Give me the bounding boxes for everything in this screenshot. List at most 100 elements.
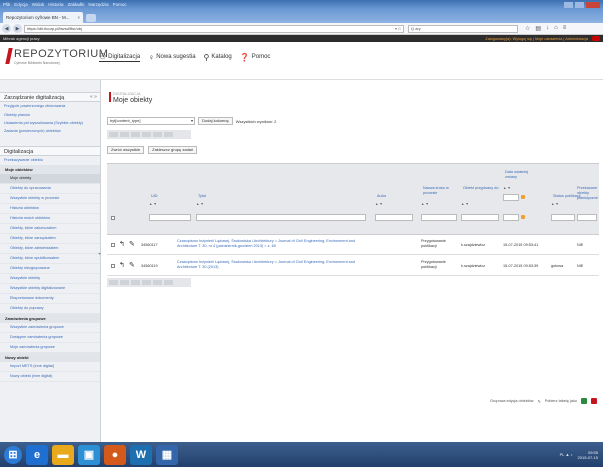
sidebar-item[interactable]: Eksportowane dokumenty [0, 294, 100, 304]
sidebar-item[interactable]: Moje zamówienia grupowe [0, 343, 100, 353]
nav-digitalizacja[interactable]: ⚇ Digitalizacja [99, 52, 141, 62]
filter-transferred-input[interactable] [577, 214, 597, 221]
logout-icon[interactable] [592, 36, 600, 41]
filter-date-from-input[interactable] [503, 194, 519, 201]
menu-history[interactable]: Historia [48, 2, 63, 7]
breadcrumb[interactable]: DIGITALIZACJA [113, 92, 141, 96]
sidebar-item[interactable]: Wszystkie obiekty [0, 274, 100, 284]
sidebar-group-my-objects[interactable]: Moje obiektów [0, 165, 100, 174]
logo-title[interactable]: REPOZYTORIUM [14, 48, 108, 60]
collapse-icon[interactable]: « » [90, 94, 97, 100]
menu-view[interactable]: Widok [32, 2, 45, 7]
menu-file[interactable]: Plik [3, 2, 10, 7]
clock[interactable]: 09:55 2015-07-15 [578, 450, 598, 460]
filter-date-to-input[interactable] [503, 214, 519, 221]
pager-first-button[interactable] [109, 132, 118, 137]
nav-nowa-sugestia[interactable]: ♀ Nowa sugestia [148, 53, 195, 62]
pager-prev-button[interactable] [120, 132, 129, 137]
sort-author[interactable]: ▲ ▼ [375, 202, 383, 206]
sidebar-item-my-objects[interactable]: Moje obiekty [0, 174, 100, 184]
firefox-icon[interactable]: ● [104, 444, 126, 465]
reload-icon[interactable]: ▾ C [395, 26, 401, 32]
calendar-icon[interactable] [521, 195, 525, 199]
group-edit-link[interactable]: Grupowa edycja obiektów [490, 399, 533, 403]
menu-bookmarks[interactable]: Zakładki [68, 2, 85, 7]
url-bar[interactable]: https://dlr.itcorp.pl/bwsd/ftsr/obj ▾ C [24, 25, 404, 33]
filter-title-input[interactable] [196, 214, 366, 221]
tab-close-icon[interactable]: × [77, 15, 80, 20]
row-title[interactable]: Czasopismo Inżynierii Lądowej, Środowisk… [177, 260, 367, 270]
menu-tools[interactable]: Narzędzia [88, 2, 108, 7]
sidebar-link[interactable]: Zadania (powierzonych) obiektów [0, 127, 100, 136]
row-checkbox[interactable] [111, 243, 115, 247]
close-window-button[interactable] [586, 1, 600, 8]
pencil-icon[interactable]: ✎ [538, 399, 541, 404]
sidebar-item[interactable]: Obiekty do opracowania [0, 184, 100, 194]
filter-assigned-input[interactable] [461, 214, 499, 221]
sidebar-section-digitalization[interactable]: Digitalizacja [0, 146, 100, 156]
reply-icon[interactable]: ↰ [119, 240, 125, 248]
pdf-icon[interactable] [591, 398, 597, 404]
folder-icon[interactable]: ▬ [52, 444, 74, 465]
sort-title[interactable]: ▲ ▼ [196, 202, 204, 206]
sort-uid[interactable]: ▲ ▼ [149, 202, 157, 206]
forward-icon[interactable]: ▶ [13, 24, 22, 33]
filter-uid-input[interactable] [149, 214, 191, 221]
sidebar-item[interactable]: Wszystkie zamówienia grupowe [0, 323, 100, 333]
app-icon[interactable]: ▣ [78, 444, 100, 465]
sidebar-section-management[interactable]: Zarządzanie digitalizacją [0, 92, 100, 102]
col-title[interactable]: Tytuł [198, 194, 206, 199]
column-select[interactable]: byt[content_type] ▾ [107, 117, 195, 125]
sidebar-item[interactable]: Wszystkie obiekty digitalizowane [0, 284, 100, 294]
col-author[interactable]: Autor [377, 194, 386, 199]
sidebar-item[interactable]: Import METS (inne digital) [0, 362, 100, 372]
sidebar-item[interactable]: Obiekty, które zakończałem [0, 224, 100, 234]
select-all-checkbox[interactable] [111, 216, 115, 220]
browser-search-input[interactable]: Q ary [408, 25, 518, 33]
sidebar-item[interactable]: Obiekty do poprawy [0, 304, 100, 314]
sidebar-link[interactable]: Przyjęcie powierzonego zbiorowania [0, 102, 100, 111]
sidebar-item[interactable]: Nowy obiekt (inne digital) [0, 372, 100, 382]
nav-katalog[interactable]: ⚲ Katalog [204, 53, 232, 62]
col-transferred[interactable]: Przekazane obiekty planistyczne [577, 186, 603, 201]
edit-icon[interactable]: ✎ [129, 240, 135, 248]
lock-group-button[interactable]: Zakleszcz grupę zadań [148, 146, 198, 154]
user-info-links[interactable]: Zalogowany(a): Wyloguj się | Moje ustawi… [485, 37, 588, 41]
tray-icons[interactable]: PL ▲ ♪ [560, 452, 573, 457]
calculator-icon[interactable]: ▦ [156, 444, 178, 465]
excel-icon[interactable] [581, 398, 587, 404]
row-checkbox[interactable] [111, 264, 115, 268]
pager-last-button[interactable] [153, 132, 162, 137]
reply-icon[interactable]: ↰ [119, 261, 125, 269]
sidebar-group-group-orders[interactable]: Zamówienia grupowe [0, 314, 100, 323]
new-tab-button[interactable] [86, 14, 96, 22]
pager-size-button[interactable] [164, 132, 173, 137]
edit-icon[interactable]: ✎ [129, 261, 135, 269]
home-icon[interactable]: ⌂ [554, 25, 558, 32]
download-icon[interactable]: ↓ [546, 25, 549, 32]
menu-icon[interactable]: ≡ [563, 25, 567, 32]
menu-help[interactable]: Pomoc [113, 2, 127, 7]
sidebar-group-new-object[interactable]: Nowy obiekt [0, 353, 100, 362]
pager-page-button[interactable] [131, 132, 140, 137]
bookmark-link[interactable]: Mibrak agencji pracy [3, 36, 40, 41]
row-uid[interactable]: 34560119 [141, 264, 158, 269]
pager-next-button[interactable] [142, 280, 151, 285]
pager-page-button[interactable] [131, 280, 140, 285]
maximize-button[interactable] [575, 1, 584, 8]
browser-tab[interactable]: Repozytorium cyfrowe BN - M... × [3, 12, 83, 23]
filter-author-input[interactable] [375, 214, 413, 221]
menu-edit[interactable]: Edycja [14, 2, 28, 7]
sort-assigned[interactable]: ▲ ▼ [461, 202, 469, 206]
table-row[interactable]: ↰ ✎ 34560119 Czasopismo Inżynierii Lądow… [107, 256, 599, 276]
sidebar-item[interactable]: Wszystkie obiekty w procesie [0, 194, 100, 204]
col-process-name[interactable]: Nazwa kroku w procesie [423, 186, 457, 196]
sidebar-item[interactable]: Obiekty, które zatwierdzałem [0, 244, 100, 254]
row-title[interactable]: Czasopismo Inżynierii Lądowej, Środowisk… [177, 239, 367, 249]
sidebar-item[interactable]: Obiekty, które zarządzałem [0, 234, 100, 244]
pager-prev-button[interactable] [120, 280, 129, 285]
star-icon[interactable]: ☆ [525, 25, 530, 32]
filter-status-input[interactable] [551, 214, 575, 221]
return-all-button[interactable]: Zwróć wszystkie [107, 146, 145, 154]
clipboard-icon[interactable]: ▤ [535, 25, 541, 32]
